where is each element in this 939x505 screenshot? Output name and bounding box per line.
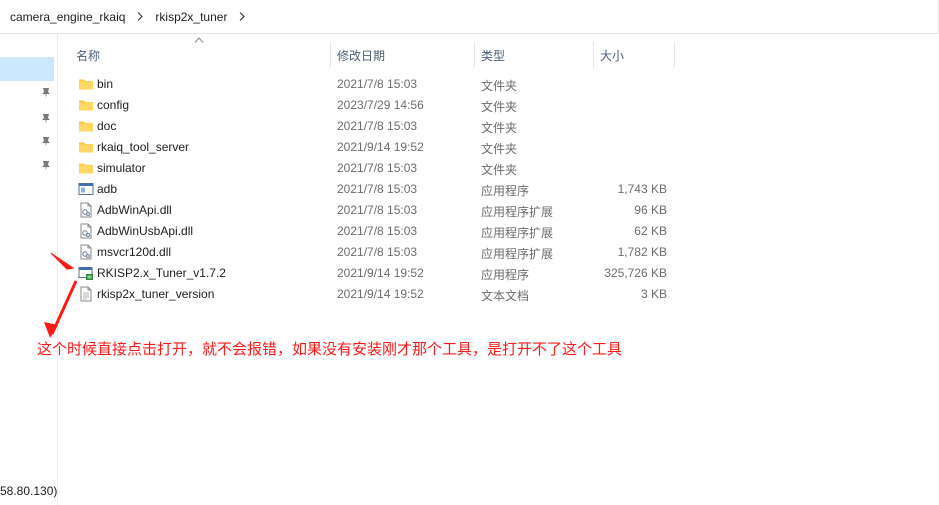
text-document-icon[interactable] xyxy=(78,286,94,302)
dll-icon[interactable] xyxy=(78,223,94,239)
file-row[interactable]: doc 2021/7/8 15:03 文件夹 xyxy=(62,116,682,137)
file-name[interactable]: msvcr120d.dll xyxy=(97,245,171,259)
tuner-app-icon[interactable] xyxy=(78,265,94,281)
folder-icon[interactable] xyxy=(78,118,94,134)
file-modified-date: 2021/7/8 15:03 xyxy=(337,119,418,133)
dll-icon[interactable] xyxy=(78,244,94,260)
file-modified-date: 2021/7/8 15:03 xyxy=(337,77,418,91)
chevron-right-icon[interactable] xyxy=(237,12,247,21)
folder-icon[interactable] xyxy=(78,160,94,176)
file-type: 文件夹 xyxy=(481,163,518,177)
file-name[interactable]: doc xyxy=(97,119,116,133)
column-header-type[interactable]: 类型 xyxy=(481,47,505,64)
column-divider[interactable] xyxy=(474,42,475,68)
nav-item-network-address[interactable]: 58.80.130) xyxy=(0,484,57,498)
column-header-modified[interactable]: 修改日期 xyxy=(337,47,385,64)
file-type: 文件夹 xyxy=(481,79,518,93)
column-divider[interactable] xyxy=(674,42,675,68)
folder-icon[interactable] xyxy=(78,97,94,113)
file-row[interactable]: bin 2021/7/8 15:03 文件夹 xyxy=(62,74,682,95)
file-name[interactable]: bin xyxy=(97,77,113,91)
file-type: 应用程序 xyxy=(481,184,530,198)
file-row[interactable]: AdbWinUsbApi.dll 2021/7/8 15:03 应用程序扩展 62 K… xyxy=(62,221,682,242)
pin-icon[interactable] xyxy=(40,113,52,125)
file-type: 文件夹 xyxy=(481,100,518,114)
file-size: 3 KB xyxy=(640,287,667,301)
column-divider[interactable] xyxy=(330,42,331,68)
sort-ascending-icon xyxy=(194,37,204,43)
nav-selected-item[interactable] xyxy=(0,57,54,81)
file-modified-date: 2021/7/8 15:03 xyxy=(337,182,418,196)
file-name[interactable]: AdbWinApi.dll xyxy=(97,203,172,217)
address-bar[interactable]: camera_engine_rkaiq rkisp2x_tuner xyxy=(0,0,939,34)
chevron-right-icon[interactable] xyxy=(135,12,145,21)
breadcrumb-rkisp2x-tuner[interactable]: rkisp2x_tuner xyxy=(151,10,231,24)
file-name[interactable]: rkaiq_tool_server xyxy=(97,140,189,154)
file-type: 应用程序 xyxy=(481,268,530,282)
column-divider[interactable] xyxy=(593,42,594,68)
file-modified-date: 2021/7/8 15:03 xyxy=(337,161,418,175)
file-row[interactable]: msvcr120d.dll 2021/7/8 15:03 应用程序扩展 1,782 K… xyxy=(62,242,682,263)
breadcrumb-camera-engine-rkaiq[interactable]: camera_engine_rkaiq xyxy=(0,10,129,24)
file-name[interactable]: rkisp2x_tuner_version xyxy=(97,287,214,301)
folder-icon[interactable] xyxy=(78,76,94,92)
file-row[interactable]: config 2023/7/29 14:56 文件夹 xyxy=(62,95,682,116)
file-type: 应用程序扩展 xyxy=(481,226,554,240)
navigation-pane[interactable]: 58.80.130) xyxy=(0,34,58,505)
file-row[interactable]: simulator 2021/7/8 15:03 文件夹 xyxy=(62,158,682,179)
file-size: 1,782 KB xyxy=(617,245,667,259)
file-type: 文件夹 xyxy=(481,121,518,135)
file-modified-date: 2021/9/14 19:52 xyxy=(337,266,424,280)
file-name[interactable]: adb xyxy=(97,182,117,196)
file-modified-date: 2021/9/14 19:52 xyxy=(337,287,424,301)
file-modified-date: 2021/7/8 15:03 xyxy=(337,245,418,259)
file-row[interactable]: AdbWinApi.dll 2021/7/8 15:03 应用程序扩展 96 KB xyxy=(62,200,682,221)
file-modified-date: 2021/7/8 15:03 xyxy=(337,203,418,217)
file-row[interactable]: RKISP2.x_Tuner_v1.7.2 2021/9/14 19:52 应用程序… xyxy=(62,263,682,284)
pin-icon[interactable] xyxy=(40,136,52,148)
file-name[interactable]: RKISP2.x_Tuner_v1.7.2 xyxy=(97,266,226,280)
annotation-text: 这个时候直接点击打开，就不会报错，如果没有安装刚才那个工具，是打开不了这个工具 xyxy=(37,340,623,358)
file-name[interactable]: config xyxy=(97,98,129,112)
application-icon[interactable] xyxy=(78,181,94,197)
pin-icon[interactable] xyxy=(40,160,52,172)
file-type: 应用程序扩展 xyxy=(481,247,554,261)
file-type: 文本文档 xyxy=(481,289,530,303)
column-header-size[interactable]: 大小 xyxy=(600,47,624,64)
file-name[interactable]: simulator xyxy=(97,161,146,175)
folder-icon[interactable] xyxy=(78,139,94,155)
file-size: 96 KB xyxy=(634,203,667,217)
file-modified-date: 2021/7/8 15:03 xyxy=(337,224,418,238)
file-type: 应用程序扩展 xyxy=(481,205,554,219)
file-modified-date: 2021/9/14 19:52 xyxy=(337,140,424,154)
pin-icon[interactable] xyxy=(40,87,52,99)
file-modified-date: 2023/7/29 14:56 xyxy=(337,98,424,112)
file-name[interactable]: AdbWinUsbApi.dll xyxy=(97,224,193,238)
file-type: 文件夹 xyxy=(481,142,518,156)
file-row[interactable]: rkisp2x_tuner_version 2021/9/14 19:52 文本文档… xyxy=(62,284,682,305)
dll-icon[interactable] xyxy=(78,202,94,218)
file-size: 1,743 KB xyxy=(617,182,667,196)
file-size: 325,726 KB xyxy=(604,266,667,280)
file-row[interactable]: rkaiq_tool_server 2021/9/14 19:52 文件夹 xyxy=(62,137,682,158)
file-size: 62 KB xyxy=(634,224,667,238)
file-row[interactable]: adb 2021/7/8 15:03 应用程序 1,743 KB xyxy=(62,179,682,200)
column-header-name[interactable]: 名称 xyxy=(76,47,100,64)
